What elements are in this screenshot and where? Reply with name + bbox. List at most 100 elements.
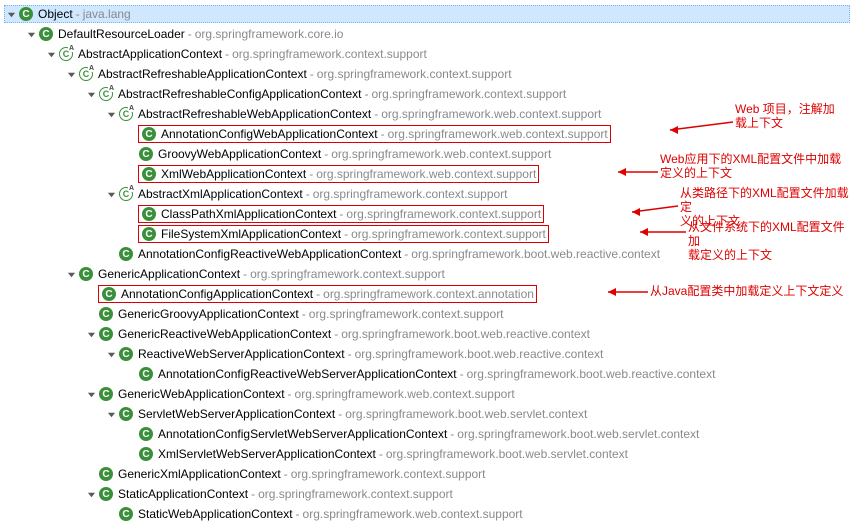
type-name: XmlServletWebServerApplicationContext <box>158 447 376 461</box>
tree-row[interactable]: CGenericXmlApplicationContext - org.spri… <box>4 464 850 484</box>
type-name: AnnotationConfigReactiveWebServerApplica… <box>158 367 457 381</box>
highlighted-box: CFileSystemXmlApplicationContext - org.s… <box>138 225 549 243</box>
tree-row[interactable]: CGenericWebApplicationContext - org.spri… <box>4 384 850 404</box>
type-name: StaticApplicationContext <box>118 487 248 501</box>
tree-row[interactable]: CGenericGroovyApplicationContext - org.s… <box>4 304 850 324</box>
type-name: GroovyWebApplicationContext <box>158 147 321 161</box>
tree-row[interactable]: CServletWebServerApplicationContext - or… <box>4 404 850 424</box>
separator: - <box>381 127 385 141</box>
class-icon: C <box>38 26 54 42</box>
class-icon: C <box>138 426 154 442</box>
tree-row[interactable]: CAnnotationConfigReactiveWebServerApplic… <box>4 364 850 384</box>
tree-row[interactable]: CAAbstractRefreshableConfigApplicationCo… <box>4 84 850 104</box>
tree-row[interactable]: C GroovyWebApplicationContext - org.sprin… <box>4 144 850 164</box>
separator: - <box>251 487 255 501</box>
class-icon: C <box>138 146 154 162</box>
collapse-arrow-icon[interactable] <box>44 47 58 61</box>
tree-row[interactable]: CObject - java.lang <box>4 4 850 24</box>
collapse-arrow-icon[interactable] <box>104 187 118 201</box>
type-name: GenericXmlApplicationContext <box>118 467 281 481</box>
class-icon: C <box>118 506 134 522</box>
collapse-arrow-icon[interactable] <box>104 347 118 361</box>
highlighted-box: CXmlWebApplicationContext - org.springfr… <box>138 165 539 183</box>
package-name: org.springframework.context.support <box>317 67 512 81</box>
separator: - <box>310 67 314 81</box>
collapse-arrow-icon[interactable] <box>4 7 18 21</box>
class-icon: C <box>141 126 157 142</box>
class-hierarchy-tree[interactable]: CObject - java.langCDefaultResourceLoade… <box>4 4 850 524</box>
type-name: ClassPathXmlApplicationContext <box>161 207 336 221</box>
separator: - <box>450 427 454 441</box>
class-icon: C <box>118 346 134 362</box>
tree-row[interactable]: C AnnotationConfigServletWebServerApplica… <box>4 424 850 444</box>
collapse-arrow-icon[interactable] <box>64 67 78 81</box>
separator: - <box>404 247 408 261</box>
type-name: AnnotationConfigApplicationContext <box>121 287 313 301</box>
package-name: org.springframework.web.context.support <box>316 167 536 181</box>
tree-row[interactable]: C ClassPathXmlApplicationContext - org.sp… <box>4 204 850 224</box>
separator: - <box>188 27 192 41</box>
package-name: org.springframework.context.support <box>351 227 546 241</box>
class-icon: C <box>101 286 117 302</box>
collapse-arrow-icon[interactable] <box>64 267 78 281</box>
abstract-class-icon: CA <box>118 106 134 122</box>
separator: - <box>339 207 343 221</box>
separator: - <box>306 187 310 201</box>
package-name: org.springframework.web.context.support <box>388 127 608 141</box>
type-name: FileSystemXmlApplicationContext <box>161 227 341 241</box>
class-icon: C <box>18 6 34 22</box>
tree-row[interactable]: CXmlWebApplicationContext - org.springfr… <box>4 164 850 184</box>
tree-row[interactable]: CAAbstractApplicationContext - org.sprin… <box>4 44 850 64</box>
tree-row[interactable]: CAAbstractRefreshableWebApplicationConte… <box>4 104 850 124</box>
type-name: ReactiveWebServerApplicationContext <box>138 347 345 361</box>
class-icon: C <box>141 226 157 242</box>
tree-row[interactable]: CAnnotationConfigApplicationContext - or… <box>4 284 850 304</box>
package-name: org.springframework.boot.web.reactive.co… <box>467 367 716 381</box>
separator: - <box>296 507 300 521</box>
class-icon: C <box>141 206 157 222</box>
separator: - <box>324 147 328 161</box>
collapse-arrow-icon[interactable] <box>84 327 98 341</box>
package-name: org.springframework.context.support <box>250 267 445 281</box>
collapse-arrow-icon[interactable] <box>84 87 98 101</box>
collapse-arrow-icon[interactable] <box>84 387 98 401</box>
collapse-arrow-icon[interactable] <box>24 27 38 41</box>
collapse-arrow-icon[interactable] <box>104 407 118 421</box>
type-name: Object <box>38 7 73 21</box>
type-name: ServletWebServerApplicationContext <box>138 407 335 421</box>
abstract-class-icon: CA <box>58 46 74 62</box>
class-icon: C <box>98 306 114 322</box>
type-name: AnnotationConfigWebApplicationContext <box>161 127 378 141</box>
package-name: org.springframework.context.support <box>371 87 566 101</box>
tree-row[interactable]: CGenericReactiveWebApplicationContext - … <box>4 324 850 344</box>
type-name: GenericApplicationContext <box>98 267 240 281</box>
class-icon: C <box>118 406 134 422</box>
tree-row[interactable]: CReactiveWebServerApplicationContext - o… <box>4 344 850 364</box>
package-name: org.springframework.context.support <box>258 487 453 501</box>
tree-row[interactable]: C AnnotationConfigWebApplicationContext -… <box>4 124 850 144</box>
tree-row[interactable]: CAAbstractRefreshableApplicationContext … <box>4 64 850 84</box>
package-name: org.springframework.web.context.support <box>331 147 551 161</box>
package-name: org.springframework.boot.web.reactive.co… <box>411 247 660 261</box>
type-name: GenericGroovyApplicationContext <box>118 307 299 321</box>
type-name: AbstractRefreshableConfigApplicationCont… <box>118 87 361 101</box>
class-icon: C <box>138 446 154 462</box>
highlighted-box: C ClassPathXmlApplicationContext - org.sp… <box>138 205 544 223</box>
type-name: AnnotationConfigServletWebServerApplicat… <box>158 427 447 441</box>
tree-row[interactable]: C XmlServletWebServerApplicationContext -… <box>4 444 850 464</box>
package-name: org.springframework.core.io <box>195 27 344 41</box>
package-name: org.springframework.boot.web.reactive.co… <box>355 347 604 361</box>
tree-row[interactable]: CGenericApplicationContext - org.springf… <box>4 264 850 284</box>
abstract-class-icon: CA <box>78 66 94 82</box>
tree-row[interactable]: CAAbstractXmlApplicationContext - org.sp… <box>4 184 850 204</box>
package-name: org.springframework.context.support <box>346 207 541 221</box>
tree-row[interactable]: CStaticApplicationContext - org.springfr… <box>4 484 850 504</box>
tree-row[interactable]: CDefaultResourceLoader - org.springframe… <box>4 24 850 44</box>
separator: - <box>379 447 383 461</box>
tree-row[interactable]: CStaticWebApplicationContext - org.sprin… <box>4 504 850 524</box>
collapse-arrow-icon[interactable] <box>104 107 118 121</box>
tree-row[interactable]: CAnnotationConfigReactiveWebApplicationC… <box>4 244 850 264</box>
package-name: org.springframework.boot.web.servlet.con… <box>457 427 699 441</box>
tree-row[interactable]: CFileSystemXmlApplicationContext - org.s… <box>4 224 850 244</box>
collapse-arrow-icon[interactable] <box>84 487 98 501</box>
